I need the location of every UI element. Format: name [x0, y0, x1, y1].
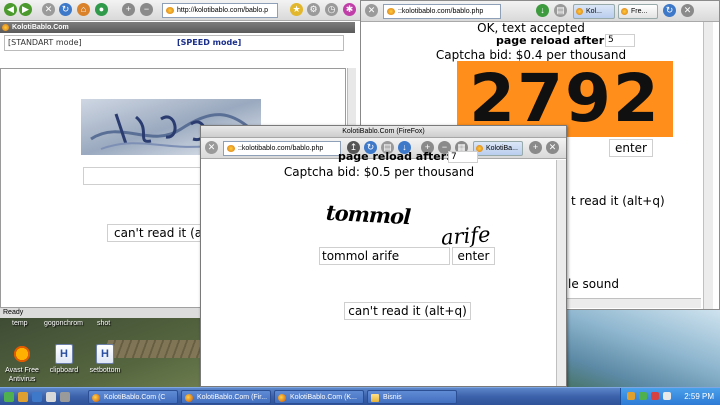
forward-icon[interactable]: ▶ [19, 3, 32, 16]
captcha-image-text: 2792 [469, 60, 661, 137]
reload-label: page reload after: [338, 150, 451, 163]
reload-icon[interactable]: ↻ [59, 3, 72, 16]
stop-icon[interactable]: ✕ [42, 3, 55, 16]
star-icon[interactable]: ★ [290, 3, 303, 16]
cant-read-button[interactable]: t read it (alt+q) [571, 194, 665, 208]
cant-read-button[interactable]: can't read it (alt+q) [344, 302, 471, 320]
tab-free[interactable]: Fre... [618, 4, 658, 19]
menu-icon[interactable]: ▤ [554, 4, 567, 17]
vertical-scrollbar[interactable] [703, 22, 713, 309]
clock-icon[interactable]: ◷ [325, 3, 338, 16]
sync-icon[interactable]: ↻ [663, 4, 676, 17]
desktop-icon-setbottom[interactable]: H setbottom [77, 344, 133, 375]
desktop-icon-label: setbottom [89, 367, 121, 374]
sound-link[interactable]: le sound [568, 277, 619, 291]
quicklaunch-icon[interactable] [4, 392, 14, 402]
browser-toolbar: ◀ ▶ ✕ ↻ ⌂ ● + − http://kolotibablo.com/b… [0, 0, 360, 21]
stop-icon[interactable]: ✕ [205, 141, 218, 154]
settings-icon[interactable]: ⚙ [307, 3, 320, 16]
desktop-label-temp[interactable]: temp [12, 320, 28, 327]
tray-icon[interactable] [627, 392, 635, 400]
captcha-word-1: tommol [325, 199, 411, 230]
captcha-word-2: arife [440, 222, 492, 250]
close-icon[interactable]: ✕ [546, 141, 559, 154]
browser-toolbar: ✕ ::kolotibablo.com/bablo.php ↓ ▤ Kol...… [361, 1, 719, 22]
close-icon[interactable]: ✕ [681, 4, 694, 17]
clock[interactable]: 2:59 PM [684, 390, 714, 403]
zoom-out-icon[interactable]: − [140, 3, 153, 16]
reload-input[interactable]: 5 [605, 34, 635, 47]
back-icon[interactable]: ◀ [4, 3, 17, 16]
home-icon[interactable]: ⌂ [77, 3, 90, 16]
globe-icon[interactable]: ● [95, 3, 108, 16]
address-bar[interactable]: http://kolotibablo.com/bablo.p [162, 3, 278, 18]
stop-icon[interactable]: ✕ [365, 4, 378, 17]
mode-standart-link[interactable]: [STANDART mode] [8, 38, 82, 47]
tray-icon[interactable] [663, 392, 671, 400]
mode-selector: [STANDART mode] [SPEED mode] [4, 35, 344, 51]
download-icon[interactable]: ↓ [536, 4, 549, 17]
desktop-label-gogonchrom[interactable]: gogonchrom [44, 320, 83, 327]
captcha-bid: Captcha bid: $0.5 per thousand [283, 165, 475, 179]
desktop-label-shot[interactable]: shot [97, 320, 110, 327]
tab-kolotibablo[interactable]: KolotiBablo.Com [0, 22, 355, 33]
taskbar-item[interactable]: Bisnis [367, 390, 457, 404]
taskbar: KolotiBablo.Com (C KolotiBablo.Com (Fir.… [0, 387, 720, 405]
tab-kol[interactable]: Kol... [573, 4, 615, 19]
file-h-icon: H [96, 344, 114, 364]
address-bar[interactable]: ::kolotibablo.com/bablo.php [223, 141, 341, 156]
enter-button[interactable]: enter [452, 247, 495, 265]
quicklaunch-icon[interactable] [32, 392, 42, 402]
accepted-message: OK, text accepted [477, 21, 585, 35]
file-h-icon: H [55, 344, 73, 364]
avast-icon [13, 344, 31, 364]
reload-input[interactable]: 7 [448, 151, 478, 163]
tray-icon[interactable] [651, 392, 659, 400]
address-bar[interactable]: ::kolotibablo.com/bablo.php [383, 4, 501, 19]
reload-label: page reload after: [496, 34, 609, 47]
window-title: KolotiBablo.Com (FireFox) [201, 126, 566, 138]
quicklaunch-icon[interactable] [60, 392, 70, 402]
mode-speed-link[interactable]: [SPEED mode] [177, 38, 241, 47]
taskbar-item[interactable]: KolotiBablo.Com (Fir... [181, 390, 271, 404]
browser-window-front[interactable]: KolotiBablo.Com (FireFox) ✕ ::kolotibabl… [200, 125, 567, 387]
taskbar-item[interactable]: KolotiBablo.Com (C [88, 390, 178, 404]
new-tab-icon[interactable]: + [529, 141, 542, 154]
desktop-icon-label: Avast Free Antivirus [5, 367, 39, 383]
extension-icon[interactable]: ✱ [343, 3, 356, 16]
scrollbar[interactable] [556, 160, 566, 386]
enter-button[interactable]: enter [609, 139, 653, 157]
tab-kolotibablo[interactable]: KolotiBa... [473, 141, 523, 156]
quicklaunch-icon[interactable] [46, 392, 56, 402]
zoom-in-icon[interactable]: + [122, 3, 135, 16]
tray-icon[interactable] [639, 392, 647, 400]
taskbar-item[interactable]: KolotiBablo.Com (K... [274, 390, 364, 404]
desktop-icon-label: clipboard [49, 367, 79, 374]
system-tray: 2:59 PM [620, 388, 720, 405]
quicklaunch-icon[interactable] [18, 392, 28, 402]
captcha-answer-input[interactable]: tommol arife [319, 247, 450, 265]
